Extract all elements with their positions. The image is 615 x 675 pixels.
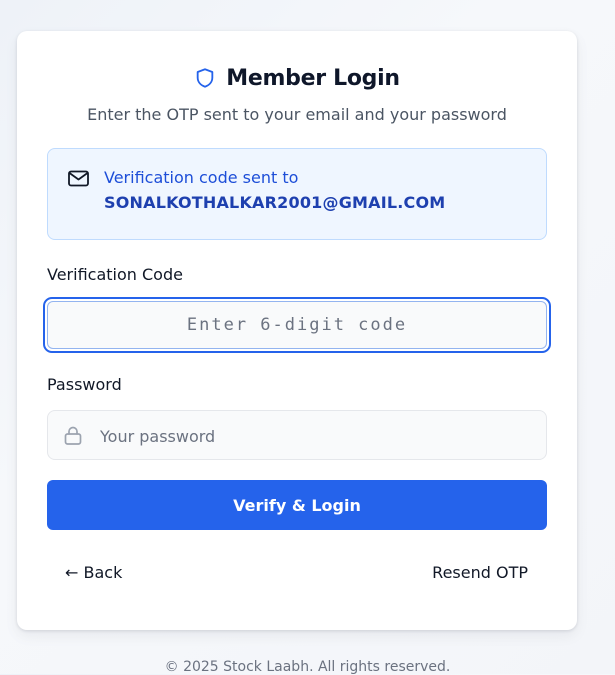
notice-text: Verification code sent to — [104, 168, 299, 187]
login-card: Member Login Enter the OTP sent to your … — [17, 31, 577, 630]
password-field — [47, 410, 547, 461]
mail-icon — [68, 170, 89, 187]
verification-code-label: Verification Code — [47, 265, 183, 284]
lock-icon — [64, 426, 82, 445]
verification-code-input[interactable] — [48, 314, 546, 336]
password-input[interactable] — [98, 411, 532, 461]
otp-sent-notice: Verification code sent to SONALKOTHALKAR… — [47, 148, 547, 240]
shield-icon — [197, 68, 214, 88]
footer-copyright: © 2025 Stock Laabh. All rights reserved. — [164, 659, 451, 675]
page-title: Member Login — [226, 65, 400, 91]
notice-email: SONALKOTHALKAR2001@GMAIL.COM — [104, 193, 446, 212]
title-row: Member Login — [17, 63, 577, 93]
verification-code-field — [43, 297, 551, 353]
verification-code-field-inner — [47, 301, 547, 349]
resend-otp-button[interactable]: Resend OTP — [432, 563, 528, 582]
back-button[interactable]: ← Back — [65, 563, 122, 582]
page-subtitle: Enter the OTP sent to your email and you… — [87, 105, 507, 124]
verify-login-button[interactable]: Verify & Login — [47, 480, 547, 530]
password-label: Password — [47, 375, 122, 394]
